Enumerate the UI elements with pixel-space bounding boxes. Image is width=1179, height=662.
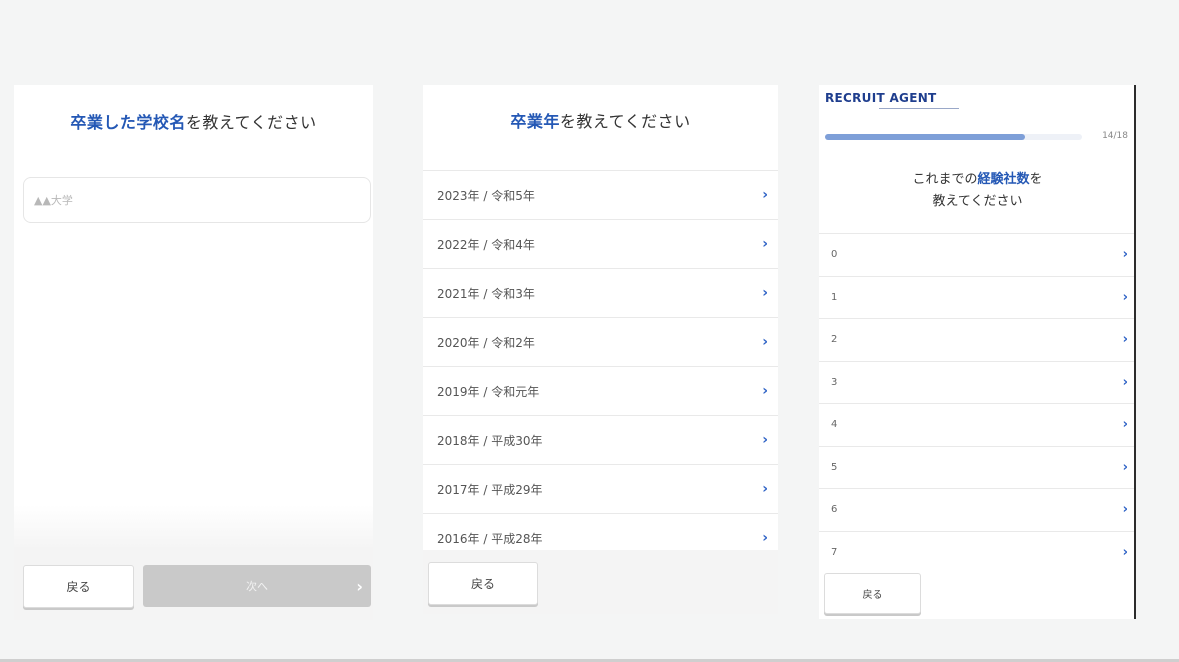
school-name-input[interactable] (23, 177, 371, 223)
option-list: 0 › 1 › 2 › 3 › 4 › 5 › 6 › 7 › (819, 233, 1134, 561)
title-highlight: 卒業年 (510, 112, 560, 131)
recruit-agent-logo: RECRUIT AGENT (825, 91, 937, 105)
list-item[interactable]: 2022年 / 令和4年 › (423, 220, 778, 269)
list-item[interactable]: 2023年 / 令和5年 › (423, 171, 778, 220)
list-item[interactable]: 2019年 / 令和元年 › (423, 367, 778, 416)
year-list: 2023年 / 令和5年 › 2022年 / 令和4年 › 2021年 / 令和3年… (423, 170, 778, 550)
list-item-label: 2023年 / 令和5年 (437, 188, 535, 203)
list-item[interactable]: 2020年 / 令和2年 › (423, 318, 778, 367)
title-rest: を教えてください (559, 112, 691, 131)
list-item-label: 2021年 / 令和3年 (437, 286, 535, 301)
list-item[interactable]: 5 › (819, 447, 1134, 489)
page-title: 卒業した学校名を教えてください (14, 109, 373, 133)
progress-bar-fill (825, 134, 1025, 140)
back-button-label: 戻る (470, 577, 495, 591)
back-button[interactable]: 戻る (23, 565, 134, 608)
title-prefix: これまでの (912, 172, 978, 187)
list-item[interactable]: 2018年 / 平成30年 › (423, 416, 778, 465)
school-name-screen: 卒業した学校名を教えてください 戻る 次へ › (14, 85, 373, 620)
chevron-right-icon: › (1122, 502, 1128, 518)
list-item-label: 2022年 / 令和4年 (437, 237, 535, 252)
list-item-label: 6 (831, 504, 838, 516)
title-line-1: これまでの経験社数を (819, 169, 1136, 191)
logo-underline (879, 108, 959, 110)
chevron-right-icon: › (1122, 544, 1128, 560)
chevron-right-icon: › (1122, 247, 1128, 263)
list-item[interactable]: 2021年 / 令和3年 › (423, 269, 778, 318)
list-item-label: 5 (831, 461, 838, 473)
chevron-right-icon: › (1122, 417, 1128, 433)
list-item-label: 1 (831, 291, 838, 303)
back-button-label: 戻る (862, 590, 883, 601)
list-item-label: 4 (831, 419, 838, 431)
footer-fade (14, 505, 373, 550)
back-button-label: 戻る (66, 580, 91, 594)
chevron-right-icon: › (1122, 374, 1128, 390)
chevron-right-icon: › (762, 481, 768, 497)
list-item[interactable]: 1 › (819, 277, 1134, 319)
company-count-screen: RECRUIT AGENT 14/18 これまでの経験社数を 教えてください 0… (819, 85, 1136, 619)
title-highlight: 経験社数 (977, 172, 1030, 187)
chevron-right-icon: › (356, 577, 363, 596)
list-item[interactable]: 2017年 / 平成29年 › (423, 465, 778, 514)
list-item-label: 2016年 / 平成28年 (437, 531, 543, 546)
page-title: これまでの経験社数を 教えてください (819, 169, 1136, 213)
chevron-right-icon: › (762, 383, 768, 399)
chevron-right-icon: › (1122, 332, 1128, 348)
back-button[interactable]: 戻る (428, 562, 538, 605)
window-edge (1134, 85, 1136, 619)
list-item-label: 0 (831, 249, 838, 261)
list-item[interactable]: 2 › (819, 319, 1134, 362)
progress-counter: 14/18 (1102, 131, 1128, 141)
back-button[interactable]: 戻る (824, 573, 921, 614)
footer-bar: 戻る 次へ › (14, 550, 373, 620)
progress-bar (825, 134, 1082, 140)
list-item-label: 2019年 / 令和元年 (437, 384, 540, 399)
list-item[interactable]: 3 › (819, 362, 1134, 404)
list-item-label: 7 (831, 546, 838, 558)
next-button[interactable]: 次へ › (143, 565, 371, 607)
footer-bar: 戻る (423, 550, 778, 614)
chevron-right-icon: › (762, 530, 768, 546)
title-rest: を教えてください (185, 113, 317, 132)
list-item-label: 2018年 / 平成30年 (437, 433, 543, 448)
chevron-right-icon: › (762, 432, 768, 448)
page-title: 卒業年を教えてください (423, 108, 778, 132)
list-item[interactable]: 4 › (819, 404, 1134, 447)
list-item-label: 2020年 / 令和2年 (437, 335, 535, 350)
chevron-right-icon: › (1122, 289, 1128, 305)
list-item-label: 3 (831, 376, 838, 388)
next-button-label: 次へ (246, 580, 268, 593)
title-highlight: 卒業した学校名 (70, 113, 186, 132)
title-suffix: を (1029, 172, 1043, 187)
footer-bar: 戻る (819, 562, 1134, 619)
list-item[interactable]: 0 › (819, 234, 1134, 277)
list-item-label: 2 (831, 334, 838, 346)
title-line-2: 教えてください (932, 194, 1023, 209)
chevron-right-icon: › (762, 187, 768, 203)
chevron-right-icon: › (762, 236, 768, 252)
chevron-right-icon: › (762, 285, 768, 301)
chevron-right-icon: › (762, 334, 768, 350)
list-item-label: 2017年 / 平成29年 (437, 482, 543, 497)
graduation-year-screen: 卒業年を教えてください 2023年 / 令和5年 › 2022年 / 令和4年 › … (423, 85, 778, 614)
chevron-right-icon: › (1122, 459, 1128, 475)
list-item[interactable]: 2016年 / 平成28年 › (423, 514, 778, 550)
list-item[interactable]: 7 › (819, 532, 1134, 562)
list-item[interactable]: 6 › (819, 489, 1134, 532)
